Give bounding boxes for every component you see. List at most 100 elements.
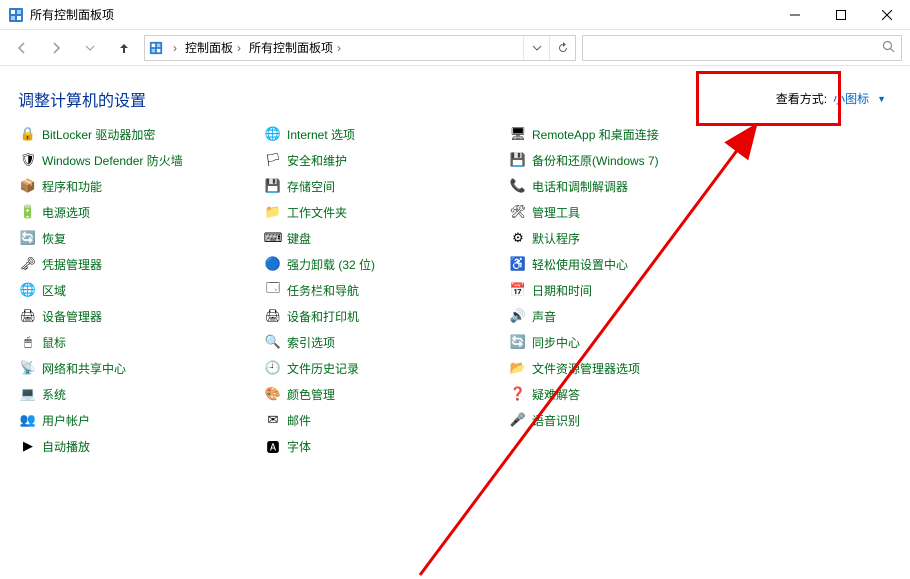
cp-item[interactable]: ♿轻松使用设置中心	[508, 251, 753, 277]
cp-item[interactable]: 🌐Internet 选项	[263, 121, 508, 147]
cp-item-icon: 🖥	[510, 126, 526, 142]
cp-item-label: 网络和共享中心	[42, 360, 126, 377]
cp-item[interactable]: 🔊声音	[508, 303, 753, 329]
cp-item[interactable]: 🖨设备和打印机	[263, 303, 508, 329]
page-title: 调整计算机的设置	[18, 87, 146, 111]
cp-item[interactable]: 🖥RemoteApp 和桌面连接	[508, 121, 753, 147]
recent-locations-button[interactable]	[76, 34, 104, 62]
close-button[interactable]	[864, 0, 910, 30]
cp-item[interactable]: 🖨设备管理器	[18, 303, 263, 329]
cp-item[interactable]: 🛡 Windows Defender 防火墙	[18, 147, 263, 173]
cp-item-icon: ⚙	[510, 230, 526, 246]
cp-item[interactable]: 📞电话和调制解调器	[508, 173, 753, 199]
maximize-button[interactable]	[818, 0, 864, 30]
cp-item[interactable]: 📁工作文件夹	[263, 199, 508, 225]
cp-item-label: 邮件	[287, 412, 311, 429]
cp-item-label: 疑难解答	[532, 386, 580, 403]
cp-item[interactable]: 💾存储空间	[263, 173, 508, 199]
cp-item-label: 管理工具	[532, 204, 580, 221]
cp-item-icon: 🛡	[20, 152, 36, 168]
cp-item[interactable]: ⚙默认程序	[508, 225, 753, 251]
page-header: 调整计算机的设置 查看方式: 小图标 ▼	[0, 66, 910, 121]
cp-item[interactable]: 🕘 文件历史记录	[263, 355, 508, 381]
cp-item-label: Windows Defender 防火墙	[42, 152, 183, 169]
cp-item[interactable]: 🔒BitLocker 驱动器加密	[18, 121, 263, 147]
cp-item-label: 设备管理器	[42, 308, 102, 325]
cp-item-label: 语音识别	[532, 412, 580, 429]
view-mode-value: 小图标	[833, 90, 869, 107]
cp-item-label: 鼠标	[42, 334, 66, 351]
chevron-right-icon: ›	[337, 41, 341, 55]
cp-item-icon: 📞	[510, 178, 526, 194]
cp-item[interactable]: ▶自动播放	[18, 433, 263, 459]
window-controls	[772, 0, 910, 30]
cp-item[interactable]: ⌨ 键盘	[263, 225, 508, 251]
cp-item[interactable]: 🗔任务栏和导航	[263, 277, 508, 303]
cp-item[interactable]: 📦程序和功能	[18, 173, 263, 199]
forward-button[interactable]	[42, 34, 70, 62]
cp-item-icon: 🏳	[265, 152, 281, 168]
cp-item-label: 文件历史记录	[287, 360, 359, 377]
cp-item-label: 用户帐户	[42, 412, 90, 429]
cp-item[interactable]: 🔄同步中心	[508, 329, 753, 355]
cp-item[interactable]: 🌐区域	[18, 277, 263, 303]
cp-item[interactable]: 🗝 凭据管理器	[18, 251, 263, 277]
items-col-0: 🔒BitLocker 驱动器加密 🛡 Windows Defender 防火墙 📦程序…	[18, 121, 263, 459]
cp-item-label: 恢复	[42, 230, 66, 247]
cp-item-label: 索引选项	[287, 334, 335, 351]
cp-item[interactable]: 🏳 安全和维护	[263, 147, 508, 173]
cp-item-label: 自动播放	[42, 438, 90, 455]
cp-item-label: 工作文件夹	[287, 204, 347, 221]
cp-item[interactable]: 💾 备份和还原(Windows 7)	[508, 147, 753, 173]
cp-item-icon: 📂	[510, 360, 526, 376]
cp-item[interactable]: ✉ 邮件	[263, 407, 508, 433]
control-panel-items: 🔒BitLocker 驱动器加密 🛡 Windows Defender 防火墙 📦程序…	[0, 121, 910, 459]
address-bar[interactable]: › 控制面板 › 所有控制面板项 ›	[144, 35, 576, 61]
cp-item[interactable]: 🔵强力卸载 (32 位)	[263, 251, 508, 277]
control-panel-crumb-icon	[145, 41, 167, 55]
cp-item[interactable]: 🛠管理工具	[508, 199, 753, 225]
minimize-button[interactable]	[772, 0, 818, 30]
cp-item[interactable]: 💻系统	[18, 381, 263, 407]
cp-item-icon: 🔊	[510, 308, 526, 324]
cp-item[interactable]: 📡 网络和共享中心	[18, 355, 263, 381]
cp-item[interactable]: 👥用户帐户	[18, 407, 263, 433]
cp-item[interactable]: 🖱鼠标	[18, 329, 263, 355]
cp-item-label: 安全和维护	[287, 152, 347, 169]
view-mode-label: 查看方式:	[776, 90, 827, 107]
control-panel-icon	[8, 7, 24, 23]
cp-item-icon: 📡	[20, 360, 36, 376]
refresh-button[interactable]	[549, 36, 575, 60]
chevron-right-icon: ›	[173, 41, 177, 55]
cp-item[interactable]: 🔄恢复	[18, 225, 263, 251]
cp-item-icon: ✉	[265, 412, 281, 428]
cp-item[interactable]: 📅日期和时间	[508, 277, 753, 303]
crumb-root[interactable]: ›	[167, 36, 183, 60]
cp-item[interactable]: 🎨颜色管理	[263, 381, 508, 407]
search-box[interactable]	[582, 35, 902, 61]
cp-item-label: 备份和还原(Windows 7)	[532, 152, 659, 169]
cp-item[interactable]: 🎤语音识别	[508, 407, 753, 433]
cp-item[interactable]: ❓疑难解答	[508, 381, 753, 407]
cp-item-icon: 💾	[510, 152, 526, 168]
cp-item[interactable]: 🔍索引选项	[263, 329, 508, 355]
crumb-all-items[interactable]: 所有控制面板项 ›	[247, 36, 347, 60]
cp-item-icon: 🔋	[20, 204, 36, 220]
cp-item[interactable]: 🅰字体	[263, 433, 508, 459]
view-mode-selector[interactable]: 查看方式: 小图标 ▼	[770, 86, 892, 111]
cp-item-label: 文件资源管理器选项	[532, 360, 640, 377]
back-button[interactable]	[8, 34, 36, 62]
cp-item-label: 任务栏和导航	[287, 282, 359, 299]
cp-item[interactable]: 🔋电源选项	[18, 199, 263, 225]
cp-item-label: 区域	[42, 282, 66, 299]
cp-item[interactable]: 📂 文件资源管理器选项	[508, 355, 753, 381]
cp-item-icon: 🔒	[20, 126, 36, 142]
address-history-dropdown[interactable]	[523, 36, 549, 60]
cp-item-label: 凭据管理器	[42, 256, 102, 273]
cp-item-icon: ⌨	[265, 230, 281, 246]
cp-item-icon: 🕘	[265, 360, 281, 376]
cp-item-label: 键盘	[287, 230, 311, 247]
cp-item-icon: 🗝	[20, 256, 36, 272]
up-button[interactable]	[110, 34, 138, 62]
crumb-control-panel[interactable]: 控制面板 ›	[183, 36, 247, 60]
